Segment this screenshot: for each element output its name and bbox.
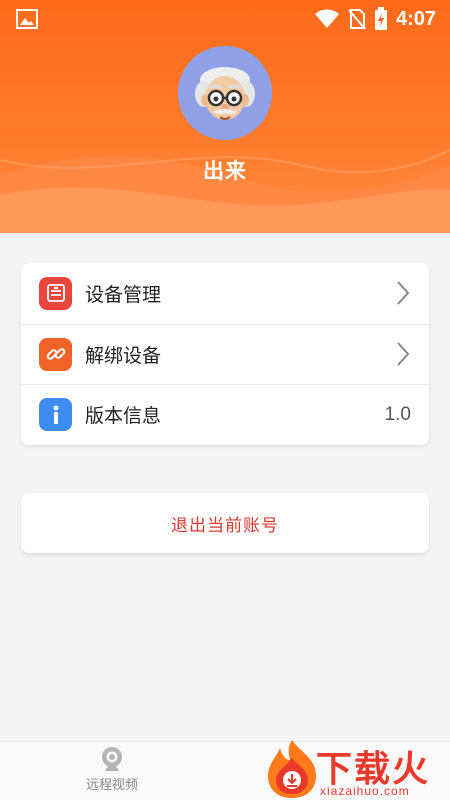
wifi-icon xyxy=(314,9,339,28)
chevron-right-icon xyxy=(397,281,410,305)
watermark-url: xiazaihuo.com xyxy=(320,784,410,798)
menu-item-label: 设备管理 xyxy=(85,283,162,306)
settings-menu-card: 设备管理 解绑设备 版本信息 1.0 xyxy=(21,263,429,445)
info-icon xyxy=(39,398,72,432)
camera-icon xyxy=(102,747,122,771)
version-value: 1.0 xyxy=(384,403,411,425)
link-icon xyxy=(39,337,72,371)
status-bar: 4:07 xyxy=(0,0,450,38)
menu-item-version-info[interactable]: 版本信息 1.0 xyxy=(21,384,429,445)
chevron-right-icon xyxy=(397,342,410,367)
menu-item-unbind-device[interactable]: 解绑设备 xyxy=(21,323,429,385)
flame-logo-icon xyxy=(268,740,316,798)
nav-item-remote-video[interactable]: 远程视频 xyxy=(80,746,144,798)
menu-item-label: 解绑设备 xyxy=(85,344,162,367)
menu-item-label: 版本信息 xyxy=(85,405,162,428)
username: 出来 xyxy=(203,159,247,183)
nav-item-label: 远程视频 xyxy=(85,778,138,793)
logout-button[interactable]: 退出当前账号 xyxy=(21,493,429,553)
menu-item-device-manage[interactable]: 设备管理 xyxy=(21,263,429,324)
no-sim-icon xyxy=(348,9,366,30)
avatar[interactable] xyxy=(178,46,272,140)
watermark: 下载火 xiazaihuo.com xyxy=(264,738,450,800)
image-icon xyxy=(16,9,38,29)
status-time: 4:07 xyxy=(395,8,436,30)
grandpa-avatar-icon xyxy=(178,46,272,140)
battery-charging-icon xyxy=(374,7,387,30)
device-manage-icon xyxy=(39,276,72,310)
profile-header: 4:07 出来 xyxy=(0,0,450,233)
